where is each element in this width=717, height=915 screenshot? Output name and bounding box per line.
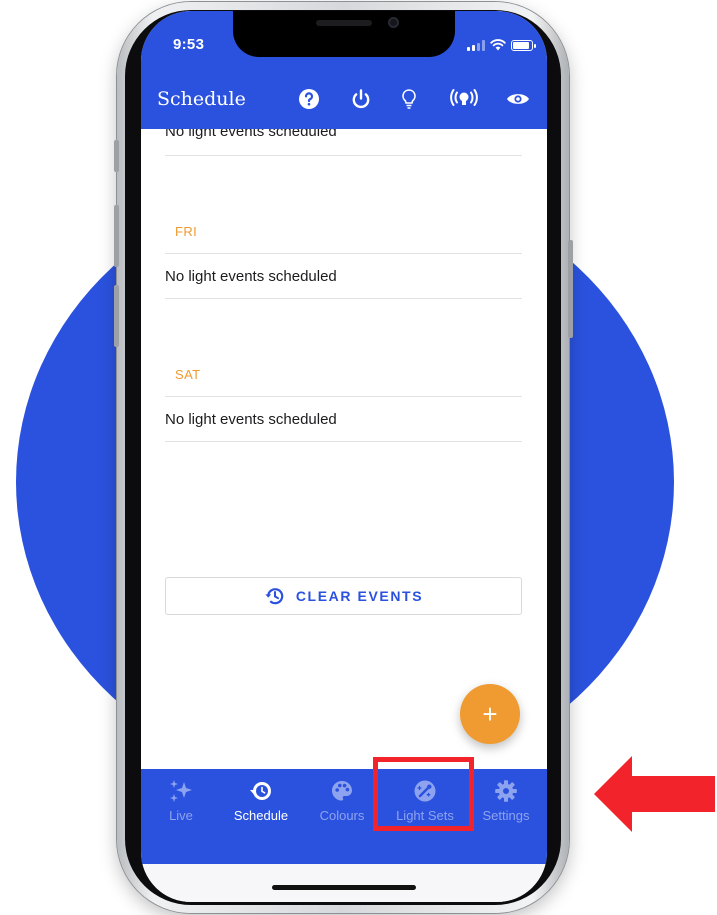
status-time: 9:53 <box>173 36 205 53</box>
nav-label-live: Live <box>169 808 193 823</box>
signal-icon <box>467 39 485 51</box>
clear-events-label: CLEAR EVENTS <box>295 588 424 604</box>
eye-icon[interactable] <box>505 86 531 112</box>
light-sets-highlight-box <box>373 757 474 831</box>
phone-screen: 9:53 Schedule No light events scheduled … <box>141 11 547 902</box>
battery-icon <box>511 39 536 51</box>
status-icons <box>467 39 536 51</box>
sparkles-icon <box>170 780 192 802</box>
divider <box>165 155 522 156</box>
fri-empty-message: No light events scheduled <box>165 268 337 285</box>
nav-label-settings: Settings <box>482 808 530 823</box>
help-icon[interactable] <box>296 86 322 112</box>
wifi-icon <box>490 39 506 51</box>
day-header-sat: SAT <box>175 367 201 382</box>
sat-empty-message: No light events scheduled <box>165 411 337 428</box>
divider <box>165 298 522 299</box>
volume-down-button <box>114 285 119 347</box>
nav-label-schedule: Schedule <box>233 808 289 823</box>
page-title: Schedule <box>157 88 246 110</box>
notch <box>233 11 455 57</box>
schedule-icon <box>250 782 271 800</box>
history-icon <box>265 588 284 605</box>
volume-up-button <box>114 205 119 267</box>
app-bar: Schedule <box>141 73 547 129</box>
add-event-button[interactable]: + <box>460 684 520 744</box>
nav-label-colours: Colours <box>319 808 365 823</box>
plus-icon: + <box>482 698 498 729</box>
bottom-navigation: Live Schedule Colours Light Sets Setting… <box>141 769 547 864</box>
day-header-fri: FRI <box>175 224 198 239</box>
speaker-grille <box>316 20 372 26</box>
home-indicator-area <box>141 864 547 902</box>
schedule-empty-message: No light events scheduled <box>165 129 337 140</box>
nav-item-schedule[interactable]: Schedule <box>223 779 299 823</box>
bulb-icon[interactable] <box>396 86 422 112</box>
broadcast-icon[interactable] <box>449 86 479 112</box>
palette-icon <box>332 781 352 801</box>
nav-item-colours[interactable]: Colours <box>304 779 380 823</box>
left-arrow-icon <box>594 756 715 832</box>
status-bar: 9:53 <box>141 11 547 73</box>
nav-item-live[interactable]: Live <box>143 779 219 823</box>
gear-icon <box>495 780 517 802</box>
front-camera <box>388 17 399 28</box>
schedule-list: No light events scheduled FRI No light e… <box>141 129 547 769</box>
divider <box>165 441 522 442</box>
clear-events-button[interactable]: CLEAR EVENTS <box>165 577 522 615</box>
power-icon[interactable] <box>348 86 374 112</box>
divider <box>165 396 522 397</box>
divider <box>165 253 522 254</box>
nav-item-settings[interactable]: Settings <box>468 779 544 823</box>
power-side-button <box>568 240 573 338</box>
mute-switch <box>114 140 119 172</box>
home-indicator[interactable] <box>272 885 416 890</box>
